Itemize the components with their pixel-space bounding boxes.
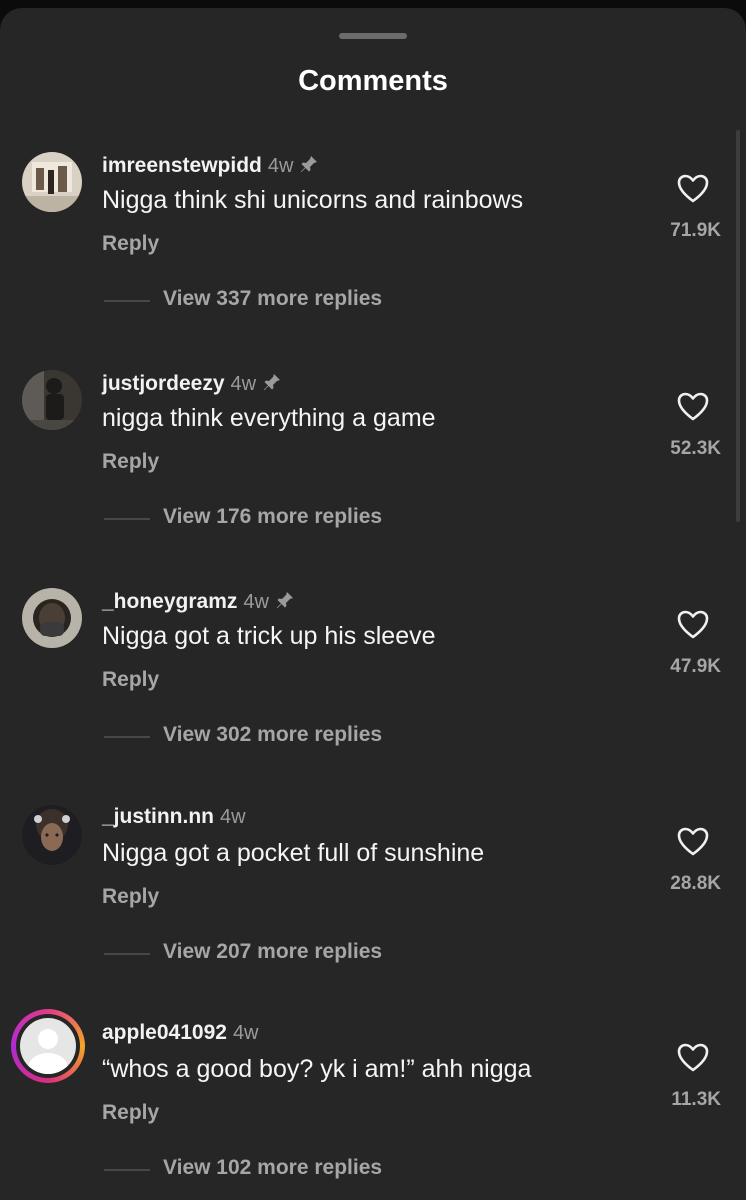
avatar-story-ring[interactable] [11,1009,85,1083]
view-replies-button[interactable]: View 337 more replies [163,287,382,311]
pin-icon [264,374,281,390]
comment-text: Nigga think shi unicorns and rainbows [102,186,524,214]
like-button[interactable] [676,825,710,859]
avatar-photo [22,370,82,430]
like-button[interactable] [676,1041,710,1075]
timestamp: 4w [232,1022,259,1044]
view-replies-button[interactable]: View 102 more replies [163,1156,382,1180]
reply-button[interactable]: Reply [102,885,159,909]
avatar-body-shape [28,1053,68,1074]
sheet-title: Comments [298,65,448,97]
comment-meta: _justinn.nn 4w [102,805,246,831]
like-count: 71.9K [670,220,721,241]
reply-button[interactable]: Reply [102,668,159,692]
like-count: 47.9K [670,656,721,677]
avatar[interactable] [22,370,82,430]
reply-button[interactable]: Reply [102,450,159,474]
like-count: 28.8K [670,873,721,894]
comment-text: Nigga got a trick up his sleeve [102,622,436,650]
heart-icon [677,827,709,856]
replies-divider [104,300,150,302]
pin-icon [276,592,293,608]
default-avatar-icon [20,1018,76,1074]
comments-sheet: Comments imreenstewpidd 4w Nigga think s… [0,8,746,1200]
reply-button[interactable]: Reply [102,1101,159,1125]
pin-icon [301,156,318,172]
heart-icon [677,1043,709,1072]
comment-item: _honeygramz 4w Nigga got a trick up his … [0,588,746,788]
replies-divider [104,518,150,520]
username[interactable]: justjordeezy [102,372,225,396]
like-button[interactable] [676,172,710,206]
comment-item: _justinn.nn 4w Nigga got a pocket full o… [0,805,746,1005]
replies-divider [104,1169,150,1171]
comment-text: Nigga got a pocket full of sunshine [102,839,485,867]
view-replies-button[interactable]: View 207 more replies [163,940,382,964]
timestamp: 4w [243,591,269,613]
avatar[interactable] [22,805,82,865]
comment-text: nigga think everything a game [102,404,436,432]
comment-meta: _honeygramz 4w [102,588,295,614]
avatar[interactable] [22,588,82,648]
username[interactable]: apple041092 [102,1021,227,1045]
comment-item: imreenstewpidd 4w Nigga think shi unicor… [0,152,746,352]
avatar-head-shape [38,1029,58,1049]
reply-button[interactable]: Reply [102,232,159,256]
comment-text: “whos a good boy? yk i am!” ahh nigga [102,1055,532,1083]
replies-divider [104,953,150,955]
username[interactable]: imreenstewpidd [102,154,262,178]
like-button[interactable] [676,608,710,642]
timestamp: 4w [220,806,246,828]
replies-divider [104,736,150,738]
drag-handle[interactable] [339,33,407,39]
heart-icon [677,610,709,639]
heart-icon [677,392,709,421]
like-count: 11.3K [671,1089,721,1110]
timestamp: 4w [267,155,294,177]
comment-item: justjordeezy 4w nigga think everything a… [0,370,746,570]
like-count: 52.3K [670,438,721,459]
view-replies-button[interactable]: View 176 more replies [163,505,382,529]
comment-item: apple041092 4w “whos a good boy? yk i am… [0,1009,746,1200]
view-replies-button[interactable]: View 302 more replies [163,723,382,747]
avatar-photo [22,805,82,865]
heart-icon [677,174,709,203]
comment-meta: imreenstewpidd 4w [102,152,319,178]
like-button[interactable] [676,390,710,424]
username[interactable]: _justinn.nn [102,805,214,829]
comment-meta: apple041092 4w [102,1021,259,1047]
avatar[interactable] [22,152,82,212]
avatar-photo [22,152,82,212]
comment-meta: justjordeezy 4w [102,370,282,396]
username[interactable]: _honeygramz [102,590,237,614]
timestamp: 4w [230,373,257,395]
avatar-photo [22,588,82,648]
